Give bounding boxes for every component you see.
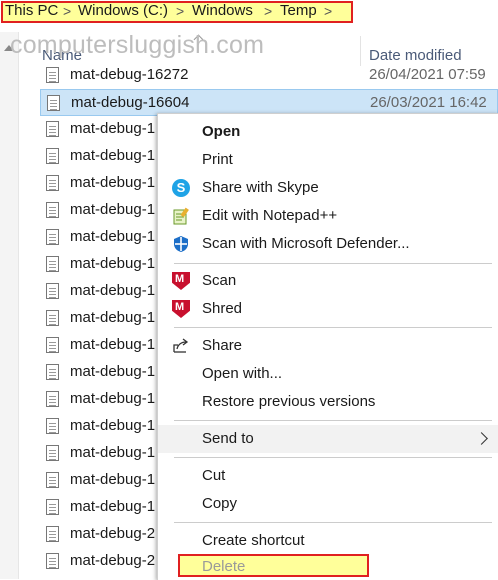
text-file-icon [46, 364, 59, 380]
menu-item-label: Share [202, 337, 243, 354]
menu-item-label: Scan with Microsoft Defender... [202, 235, 410, 252]
file-name: mat-debug-1 [70, 147, 156, 164]
menu-item-label: Edit with Notepad++ [202, 207, 338, 224]
text-file-icon [46, 256, 59, 272]
text-file-icon [46, 229, 59, 245]
file-row[interactable]: mat-debug-16604 26/03/2021 16:42 [40, 89, 498, 116]
menu-item-share-skype[interactable]: S Share with Skype [158, 174, 498, 202]
breadcrumb-separator[interactable]: > [63, 2, 71, 20]
menu-item-label: Share with Skype [202, 179, 319, 196]
menu-item-label: Delete [202, 558, 246, 575]
menu-item-share[interactable]: Share [158, 332, 498, 360]
file-name: mat-debug-16272 [70, 66, 189, 83]
menu-item-label: Cut [202, 467, 226, 484]
file-name: mat-debug-1 [70, 201, 156, 218]
notepad-plus-plus-icon [172, 207, 190, 225]
file-name: mat-debug-1 [70, 255, 156, 272]
breadcrumb-windows-c[interactable]: Windows (C:) [78, 2, 168, 20]
file-name: mat-debug-1 [70, 309, 156, 326]
file-name: mat-debug-16604 [71, 94, 190, 111]
file-date-modified: 26/04/2021 07:59 [369, 66, 486, 83]
text-file-icon [46, 472, 59, 488]
menu-item-scan-defender[interactable]: Scan with Microsoft Defender... [158, 230, 498, 258]
menu-item-copy[interactable]: Copy [158, 490, 498, 518]
text-file-icon [46, 418, 59, 434]
breadcrumb-separator[interactable]: > [264, 2, 272, 20]
file-name: mat-debug-1 [70, 417, 156, 434]
menu-separator [174, 522, 492, 523]
text-file-icon [46, 121, 59, 137]
chevron-right-icon [475, 432, 488, 445]
file-name: mat-debug-1 [70, 444, 156, 461]
file-name: mat-debug-1 [70, 363, 156, 380]
breadcrumb-windows[interactable]: Windows [192, 2, 253, 20]
sort-chevron-up-icon [193, 34, 204, 45]
file-name: mat-debug-1 [70, 228, 156, 245]
menu-item-print[interactable]: Print [158, 146, 498, 174]
menu-item-delete[interactable]: Delete [178, 554, 369, 577]
mcafee-icon [172, 272, 190, 290]
breadcrumb-separator[interactable]: > [324, 2, 332, 20]
menu-separator [174, 420, 492, 421]
file-name: mat-debug-1 [70, 282, 156, 299]
navigation-pane[interactable] [0, 32, 19, 579]
file-date-modified: 26/03/2021 16:42 [370, 94, 487, 111]
menu-item-scan[interactable]: Scan [158, 267, 498, 295]
share-icon [172, 337, 190, 355]
menu-item-restore-previous[interactable]: Restore previous versions [158, 388, 498, 416]
defender-shield-icon [172, 235, 190, 253]
breadcrumb-separator[interactable]: > [176, 2, 184, 20]
menu-item-label: Open with... [202, 365, 283, 382]
text-file-icon [46, 148, 59, 164]
menu-item-label: Create shortcut [202, 532, 305, 549]
text-file-icon [46, 175, 59, 191]
file-name: mat-debug-1 [70, 471, 156, 488]
text-file-icon [47, 95, 60, 111]
breadcrumb-this-pc[interactable]: This PC [5, 2, 58, 20]
menu-separator [174, 327, 492, 328]
text-file-icon [46, 499, 59, 515]
menu-item-cut[interactable]: Cut [158, 462, 498, 490]
menu-item-send-to[interactable]: Send to [158, 425, 498, 453]
menu-item-edit-notepad[interactable]: Edit with Notepad++ [158, 202, 498, 230]
address-bar[interactable]: This PC > Windows (C:) > Windows > Temp … [0, 0, 498, 28]
menu-item-create-shortcut[interactable]: Create shortcut [158, 527, 498, 555]
menu-separator [174, 263, 492, 264]
menu-item-label: Scan [202, 272, 237, 289]
menu-item-open-with[interactable]: Open with... [158, 360, 498, 388]
file-name: mat-debug-1 [70, 174, 156, 191]
menu-item-open[interactable]: Open [158, 118, 498, 146]
mcafee-icon [172, 300, 190, 318]
file-row[interactable]: mat-debug-16272 26/04/2021 07:59 [40, 62, 498, 89]
file-name: mat-debug-1 [70, 336, 156, 353]
text-file-icon [46, 445, 59, 461]
menu-item-label: Send to [202, 430, 254, 447]
menu-item-label: Open [202, 123, 241, 140]
text-file-icon [46, 310, 59, 326]
context-menu: Open Print S Share with Skype Edit with … [157, 113, 498, 580]
menu-item-label: Restore previous versions [202, 393, 376, 410]
skype-icon: S [172, 179, 190, 197]
text-file-icon [46, 283, 59, 299]
text-file-icon [46, 553, 59, 569]
file-name: mat-debug-1 [70, 390, 156, 407]
menu-separator [174, 457, 492, 458]
menu-item-label: Print [202, 151, 233, 168]
text-file-icon [46, 526, 59, 542]
menu-item-shred[interactable]: Shred [158, 295, 498, 323]
file-name: mat-debug-1 [70, 498, 156, 515]
breadcrumb-temp[interactable]: Temp [280, 2, 317, 20]
text-file-icon [46, 67, 59, 83]
text-file-icon [46, 337, 59, 353]
file-name: mat-debug-1 [70, 120, 156, 137]
text-file-icon [46, 391, 59, 407]
text-file-icon [46, 202, 59, 218]
scroll-up-icon[interactable] [4, 45, 14, 51]
file-name: mat-debug-2 [70, 552, 156, 569]
menu-item-label: Copy [202, 495, 238, 512]
menu-item-label: Shred [202, 300, 243, 317]
file-name: mat-debug-2 [70, 525, 156, 542]
